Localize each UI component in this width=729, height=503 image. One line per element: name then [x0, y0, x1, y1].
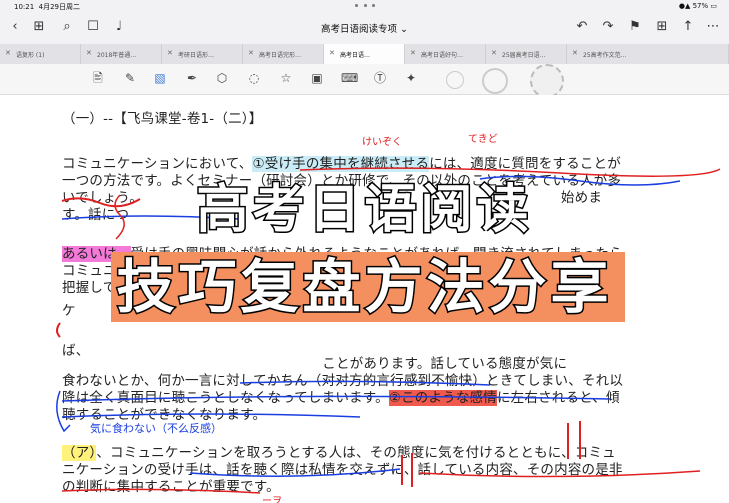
redo-icon[interactable]: ↷ [599, 18, 617, 36]
bookmark-add-icon[interactable]: ⚑ [626, 18, 644, 36]
color-swatch-3[interactable] [530, 64, 564, 98]
status-time: 10:21 4月29日周二 [14, 3, 81, 11]
tab-1[interactable]: ✕ 2018年普通… [81, 44, 162, 64]
more-icon[interactable]: ⋯ [704, 18, 722, 36]
close-icon[interactable]: ✕ [86, 49, 92, 57]
reader-mode-icon[interactable]: 🖹 [90, 70, 106, 86]
status-right: ●▲ 57% ▭ [678, 2, 717, 10]
tab-0[interactable]: ✕ 语复形 (1) [0, 44, 81, 64]
tab-3[interactable]: ✕ 高考日语完形… [243, 44, 324, 64]
close-icon[interactable]: ✕ [248, 49, 254, 57]
close-icon[interactable]: ✕ [491, 49, 497, 57]
add-page-icon[interactable]: ⊞ [653, 18, 671, 36]
lasso-shapes-icon[interactable]: ⬡ [214, 70, 230, 86]
image-icon[interactable]: ▣ [309, 70, 325, 86]
text-icon[interactable]: Ⓣ [372, 70, 388, 86]
lasso-icon[interactable]: ◌ [246, 70, 262, 86]
annotation-toolbar: 🖹 ✎ ▧ ✒ ⬡ ◌ ☆ ▣ ⌨ Ⓣ ✦ [0, 64, 729, 98]
grid-icon[interactable]: ⊞ [30, 18, 48, 36]
bookmark-icon[interactable]: ☐ [84, 18, 102, 36]
laser-icon[interactable]: ✦ [403, 70, 419, 86]
tab-4-active[interactable]: ✕ 高考日语… [324, 44, 405, 64]
close-icon[interactable]: ✕ [572, 49, 578, 57]
overlay-title-line2: 技巧复盘方法分享 [115, 253, 613, 322]
status-bar: 10:21 4月29日周二 ●▲ 57% ▭ [0, 0, 729, 12]
pen-icon[interactable]: ✎ [122, 70, 138, 86]
back-icon[interactable]: ‹ [6, 18, 24, 36]
tab-7[interactable]: ✕ 25高考作文范… [567, 44, 729, 64]
color-swatch-1[interactable] [446, 71, 464, 89]
tab-bar: ✕ 语复形 (1) ✕ 2018年普通… ✕ 考研日语形… ✕ 高考日语完形… ✕ 高考日… [0, 44, 729, 64]
multitask-dots[interactable] [355, 4, 375, 8]
close-icon[interactable]: ✕ [5, 49, 11, 57]
eraser-icon[interactable]: ▧ [152, 70, 168, 86]
share-icon[interactable]: ↑ [679, 18, 697, 36]
sticker-icon[interactable]: ☆ [278, 70, 294, 86]
undo-icon[interactable]: ↶ [573, 18, 591, 36]
tab-2[interactable]: ✕ 考研日语形… [162, 44, 243, 64]
document-title-text[interactable]: 高考日语阅读专项 [321, 24, 397, 35]
keyboard-icon[interactable]: ⌨ [341, 70, 358, 86]
close-icon[interactable]: ✕ [167, 49, 173, 57]
search-icon[interactable]: ⌕ [58, 18, 76, 36]
nav-bar: ‹ ⊞ ⌕ ☐ ♩ 高考日语阅读专项 ⌄ ↶ ↷ ⚑ ⊞ ↑ ⋯ [0, 12, 729, 44]
highlighter-icon[interactable]: ✒ [184, 70, 200, 86]
color-swatch-2[interactable] [482, 68, 508, 94]
microphone-icon[interactable]: ♩ [110, 18, 128, 36]
close-icon[interactable]: ✕ [329, 49, 335, 57]
tab-6[interactable]: ✕ 25届高考日语… [486, 44, 567, 64]
tab-5[interactable]: ✕ 高考日语好句… [405, 44, 486, 64]
battery-percent: 57% [692, 2, 709, 10]
overlay-title-line1: 高考日语阅读 [195, 179, 533, 242]
close-icon[interactable]: ✕ [410, 49, 416, 57]
